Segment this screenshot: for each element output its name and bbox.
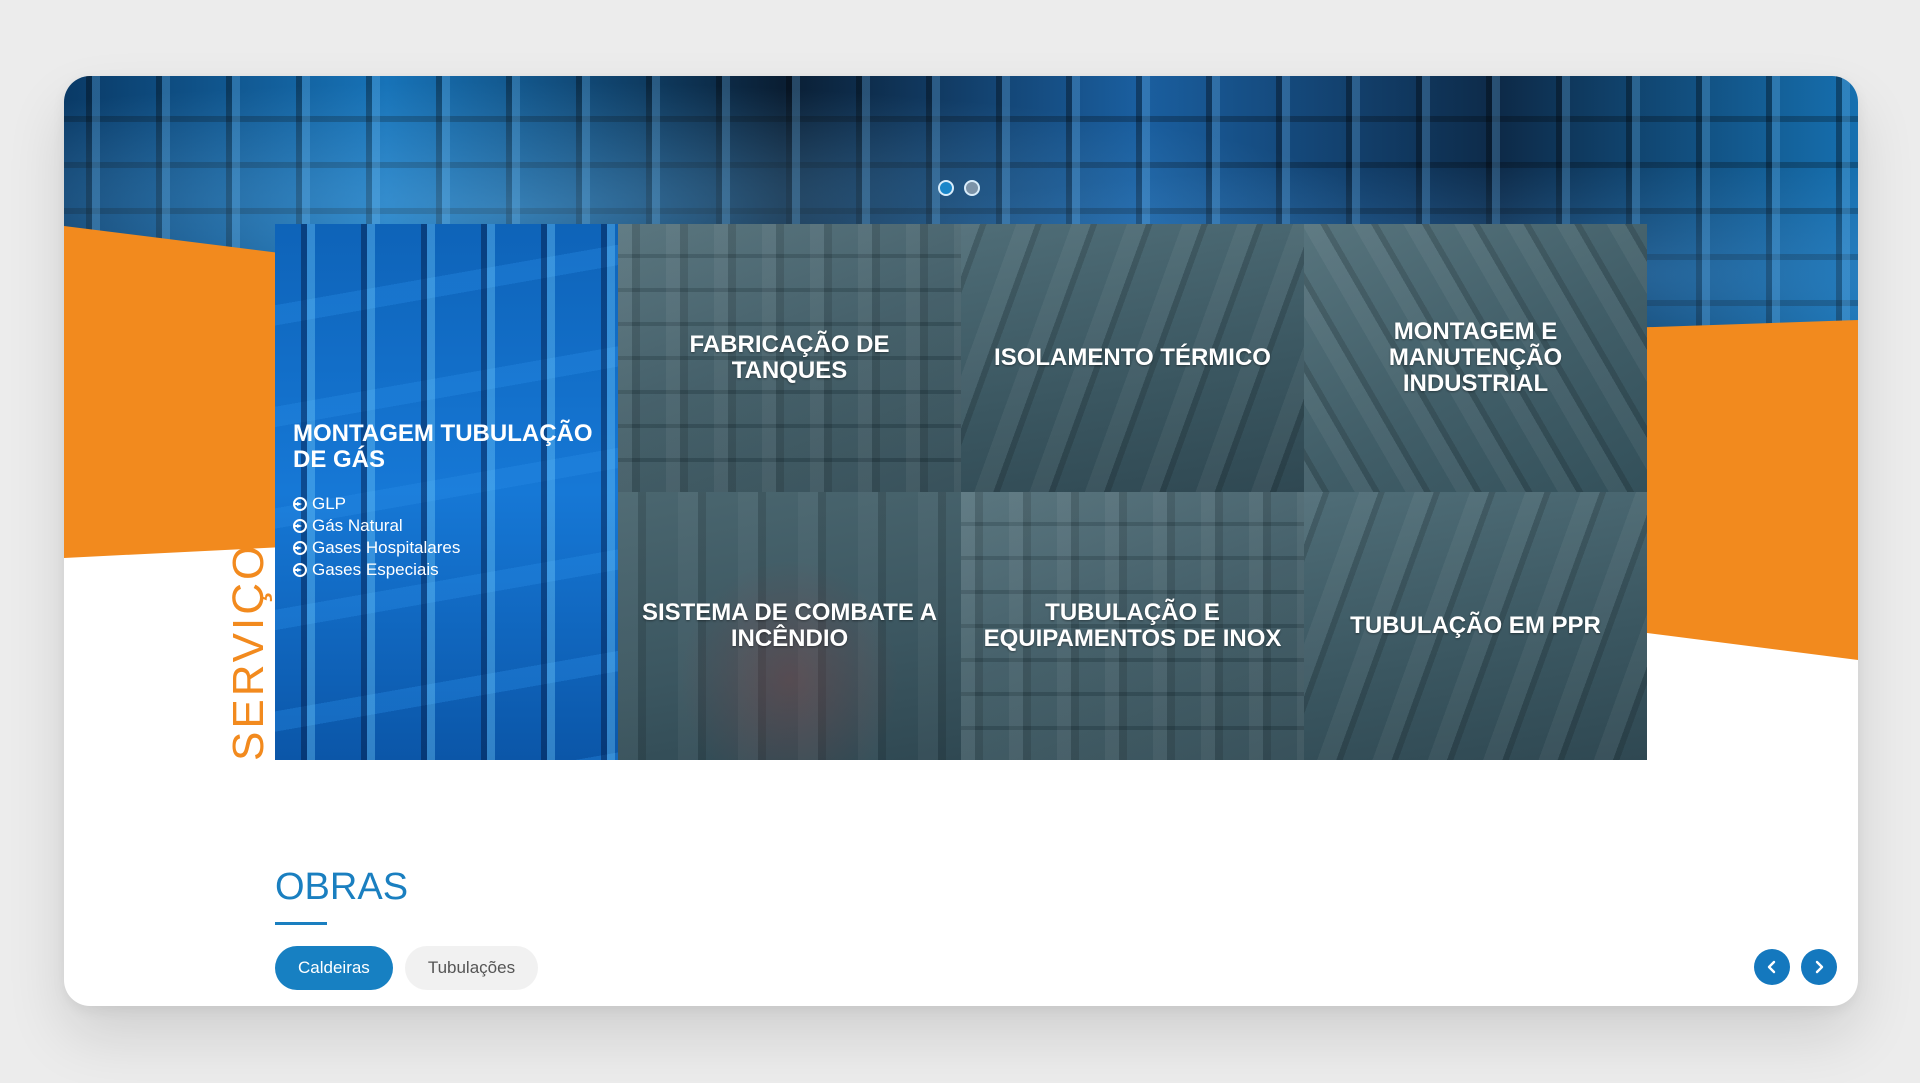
tile-label: MONTAGEM E MANUTENÇÃO INDUSTRIAL — [1388, 318, 1563, 397]
carousel-prev-button[interactable] — [1754, 949, 1790, 985]
obras-tabs: Caldeiras Tubulações — [275, 946, 539, 990]
service-tile-incendio[interactable]: SISTEMA DE COMBATE A INCÊNDIO — [618, 492, 961, 760]
list-item[interactable]: GLP — [293, 493, 603, 515]
chevron-right-icon — [1815, 960, 1824, 974]
chevron-left-icon — [1767, 960, 1776, 974]
services-grid: MONTAGEM TUBULAÇÃO DE GÁS GLP Gás Natura… — [275, 224, 1647, 760]
service-tile-tanques[interactable]: FABRICAÇÃO DE TANQUES — [618, 224, 961, 492]
featured-title: MONTAGEM TUBULAÇÃO DE GÁS — [293, 420, 593, 473]
service-tile-inox[interactable]: TUBULAÇÃO E EQUIPAMENTOS DE INOX — [961, 492, 1304, 760]
list-item[interactable]: Gás Natural — [293, 515, 603, 537]
arrow-circle-icon — [293, 563, 307, 577]
service-tile-featured[interactable]: MONTAGEM TUBULAÇÃO DE GÁS GLP Gás Natura… — [275, 224, 618, 760]
service-tile-ppr[interactable]: TUBULAÇÃO EM PPR — [1304, 492, 1647, 760]
slider-dots — [938, 180, 980, 196]
tab-caldeiras[interactable]: Caldeiras — [275, 946, 393, 990]
arrow-circle-icon — [293, 497, 307, 511]
services-label-text: SERVIÇOS — [224, 510, 273, 761]
tile-label: FABRICAÇÃO DE TANQUES — [689, 331, 890, 384]
carousel-next-button[interactable] — [1801, 949, 1837, 985]
arrow-circle-icon — [293, 519, 307, 533]
slider-dot-2[interactable] — [964, 180, 980, 196]
list-item[interactable]: Gases Especiais — [293, 559, 603, 581]
service-tile-montagem[interactable]: MONTAGEM E MANUTENÇÃO INDUSTRIAL — [1304, 224, 1647, 492]
tile-label: ISOLAMENTO TÉRMICO — [994, 344, 1271, 371]
tile-label: SISTEMA DE COMBATE A INCÊNDIO — [641, 599, 938, 652]
featured-list: GLP Gás Natural Gases Hospitalares Gases… — [293, 493, 603, 581]
service-tile-isolamento[interactable]: ISOLAMENTO TÉRMICO — [961, 224, 1304, 492]
obras-title: OBRAS — [275, 866, 409, 908]
arrow-circle-icon — [293, 541, 307, 555]
page-frame: SERVIÇOS MONTAGEM TUBULAÇÃO DE GÁS GLP G… — [64, 76, 1858, 1006]
tab-tubulacoes[interactable]: Tubulações — [404, 946, 539, 990]
slider-dot-1[interactable] — [938, 180, 954, 196]
obras-underline — [275, 922, 327, 925]
list-item[interactable]: Gases Hospitalares — [293, 537, 603, 559]
tile-label: TUBULAÇÃO EM PPR — [1350, 612, 1601, 639]
tile-label: TUBULAÇÃO E EQUIPAMENTOS DE INOX — [983, 599, 1282, 652]
